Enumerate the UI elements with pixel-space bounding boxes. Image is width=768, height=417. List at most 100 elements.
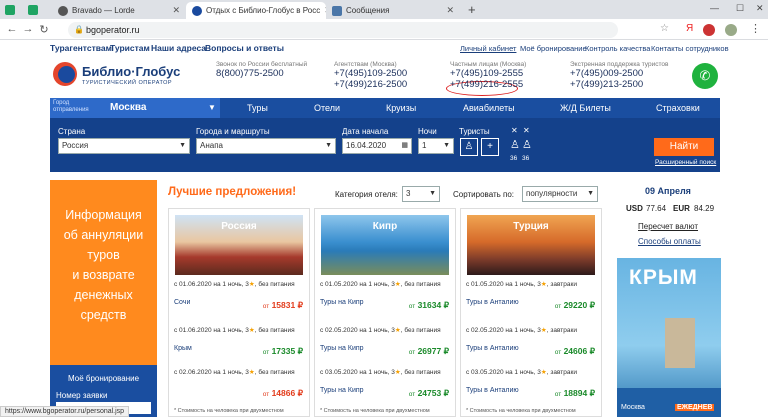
chevron-down-icon: ▼: [325, 142, 332, 149]
avatar[interactable]: [725, 24, 737, 36]
tab-bgoperator[interactable]: Отдых с Библио-Глобус в Росс ✕: [186, 2, 326, 19]
country-select[interactable]: Россия ▼: [58, 138, 190, 154]
menu-cruises[interactable]: Круизы: [386, 103, 416, 113]
url-field[interactable]: 🔒 bgoperator.ru: [68, 22, 618, 38]
remove-child-icon[interactable]: ✕: [511, 126, 518, 135]
offer-price[interactable]: от 29220 ₽: [555, 300, 595, 311]
new-tab-button[interactable]: +: [468, 2, 476, 17]
child-icon: ♙: [510, 139, 520, 151]
chevron-down-icon: ▼: [208, 103, 216, 112]
offer-destination[interactable]: Туры на Кипр: [320, 299, 364, 306]
adult-icon[interactable]: ♙: [460, 138, 478, 156]
offer-price[interactable]: от 15831 ₽: [263, 300, 303, 311]
chevron-down-icon: ▼: [443, 142, 450, 149]
offer-destination[interactable]: Сочи: [174, 299, 190, 306]
lock-icon: 🔒: [74, 25, 84, 34]
nav-agencies[interactable]: Турагентствам: [50, 43, 112, 53]
departure-city-select[interactable]: Город отправления Москва ▼: [50, 98, 220, 118]
usd-rate: 77.64: [646, 204, 667, 213]
offer-card-title: Кипр: [372, 221, 398, 232]
close-icon[interactable]: ✕: [172, 5, 180, 16]
offer-price[interactable]: от 31634 ₽: [409, 300, 449, 311]
offer-destination[interactable]: Туры в Анталию: [466, 345, 519, 352]
hotel-category-select[interactable]: 3 ▼: [402, 186, 440, 202]
sort-select[interactable]: популярности ▼: [522, 186, 598, 202]
child-icon: ♙: [522, 139, 532, 151]
nav-personal-account[interactable]: Личный кабинет: [460, 44, 516, 53]
nav-staff-contacts[interactable]: Контакты сотрудников: [651, 44, 729, 53]
nights-select[interactable]: 1 ▼: [418, 138, 454, 154]
offer-destination[interactable]: Туры на Кипр: [320, 345, 364, 352]
rates-date: 09 Апреля: [645, 186, 691, 196]
offer-row: c 02.06.2020 на 1 ночь, 3★, без питания: [174, 369, 295, 376]
star-icon: ★: [394, 281, 401, 288]
forward-icon[interactable]: →: [20, 23, 36, 35]
nav-addresses[interactable]: Наши адреса: [151, 43, 206, 53]
menu-tours[interactable]: Туры: [247, 103, 268, 113]
menu-trains[interactable]: Ж/Д Билеты: [560, 103, 611, 113]
add-tourist-icon[interactable]: +: [481, 138, 499, 156]
logo-name[interactable]: Библио·Глобус: [82, 64, 180, 79]
find-button[interactable]: Найти: [654, 138, 714, 156]
offer-card[interactable]: Кипр c 01.05.2020 на 1 ночь, 3★, без пит…: [314, 208, 456, 417]
star-icon: ★: [248, 281, 255, 288]
remove-child-icon[interactable]: ✕: [523, 126, 530, 135]
menu-hotels[interactable]: Отели: [314, 103, 340, 113]
sheets-icon[interactable]: [28, 5, 38, 15]
offer-destination[interactable]: Туры в Анталию: [466, 387, 519, 394]
cancellation-info-banner[interactable]: Информация об аннуляции туров и возврате…: [50, 180, 157, 365]
contact-free: Звонок по России бесплатный 8(800)775-25…: [216, 61, 308, 79]
offer-card-title: Турция: [513, 221, 549, 232]
offer-price[interactable]: от 17335 ₽: [263, 346, 303, 357]
sea-image: [617, 388, 721, 417]
minimize-icon[interactable]: —: [710, 3, 719, 13]
tab-bravado[interactable]: Bravado — Lorde ✕: [52, 2, 186, 19]
sheets-icon[interactable]: [5, 5, 15, 15]
offer-price[interactable]: от 24753 ₽: [409, 388, 449, 399]
reload-icon[interactable]: ↻: [36, 23, 52, 36]
window-close-icon[interactable]: ✕: [756, 3, 764, 14]
tab-messages[interactable]: Сообщения ✕: [326, 2, 460, 19]
offer-price[interactable]: от 18894 ₽: [555, 388, 595, 399]
offer-price[interactable]: от 26977 ₽: [409, 346, 449, 357]
offer-destination[interactable]: Крым: [174, 345, 192, 352]
currency-recalc-link[interactable]: Пересчет валют: [638, 222, 698, 231]
status-bar-url: https://www.bgoperator.ru/personal.jsp: [0, 406, 130, 417]
star-icon[interactable]: ☆: [660, 23, 669, 34]
offer-row: c 01.06.2020 на 1 ночь, 3★, без питания: [174, 327, 295, 334]
close-icon[interactable]: ✕: [446, 5, 454, 16]
back-icon[interactable]: ←: [4, 23, 20, 35]
crimea-ad-banner[interactable]: КРЫМ Москва ЕЖЕДНЕВ: [617, 258, 721, 417]
offer-card-title: Россия: [221, 221, 257, 232]
nav-quality[interactable]: Контроль качества: [585, 44, 650, 53]
adblock-icon[interactable]: [703, 24, 715, 36]
nav-tourists[interactable]: Туристам: [110, 43, 150, 53]
payment-methods-link[interactable]: Способы оплаты: [638, 237, 701, 246]
offer-card[interactable]: Турция c 01.05.2020 на 1 ночь, 3★, завтр…: [460, 208, 602, 417]
offer-row: c 03.05.2020 на 1 ночь, 3★, завтраки: [466, 369, 577, 376]
star-icon: ★: [540, 281, 547, 288]
nav-my-booking[interactable]: Моё бронирование: [520, 44, 587, 53]
offer-row: c 01.06.2020 на 1 ночь, 3★, без питания: [174, 281, 295, 288]
menu-flights[interactable]: Авиабилеты: [463, 103, 515, 113]
yandex-icon[interactable]: Я: [686, 23, 693, 34]
menu-insurance[interactable]: Страховки: [656, 103, 700, 113]
music-icon: [58, 5, 68, 16]
nav-faq[interactable]: Вопросы и ответы: [205, 43, 284, 53]
offer-card[interactable]: Россия c 01.06.2020 на 1 ночь, 3★, без п…: [168, 208, 310, 417]
phone-call-icon[interactable]: ✆: [692, 63, 718, 89]
offer-price[interactable]: от 24606 ₽: [555, 346, 595, 357]
advanced-search-link[interactable]: Расширенный поиск: [655, 159, 716, 166]
city-select[interactable]: Анапа ▼: [196, 138, 336, 154]
logo-icon[interactable]: [53, 62, 77, 86]
offer-destination[interactable]: Туры в Анталию: [466, 299, 519, 306]
offer-destination[interactable]: Туры на Кипр: [320, 387, 364, 394]
offer-price[interactable]: от 14866 ₽: [263, 388, 303, 399]
contact-agencies: Агентствам (Москва) +7(495)109-2500 +7(4…: [334, 61, 408, 90]
eur-rate: 84.29: [694, 204, 715, 213]
star-icon: ★: [540, 369, 547, 376]
menu-icon[interactable]: ⋮: [750, 22, 761, 35]
maximize-icon[interactable]: ☐: [736, 3, 744, 14]
chevron-down-icon: ▼: [179, 142, 186, 149]
date-field[interactable]: 16.04.2020 ▦: [342, 138, 412, 154]
